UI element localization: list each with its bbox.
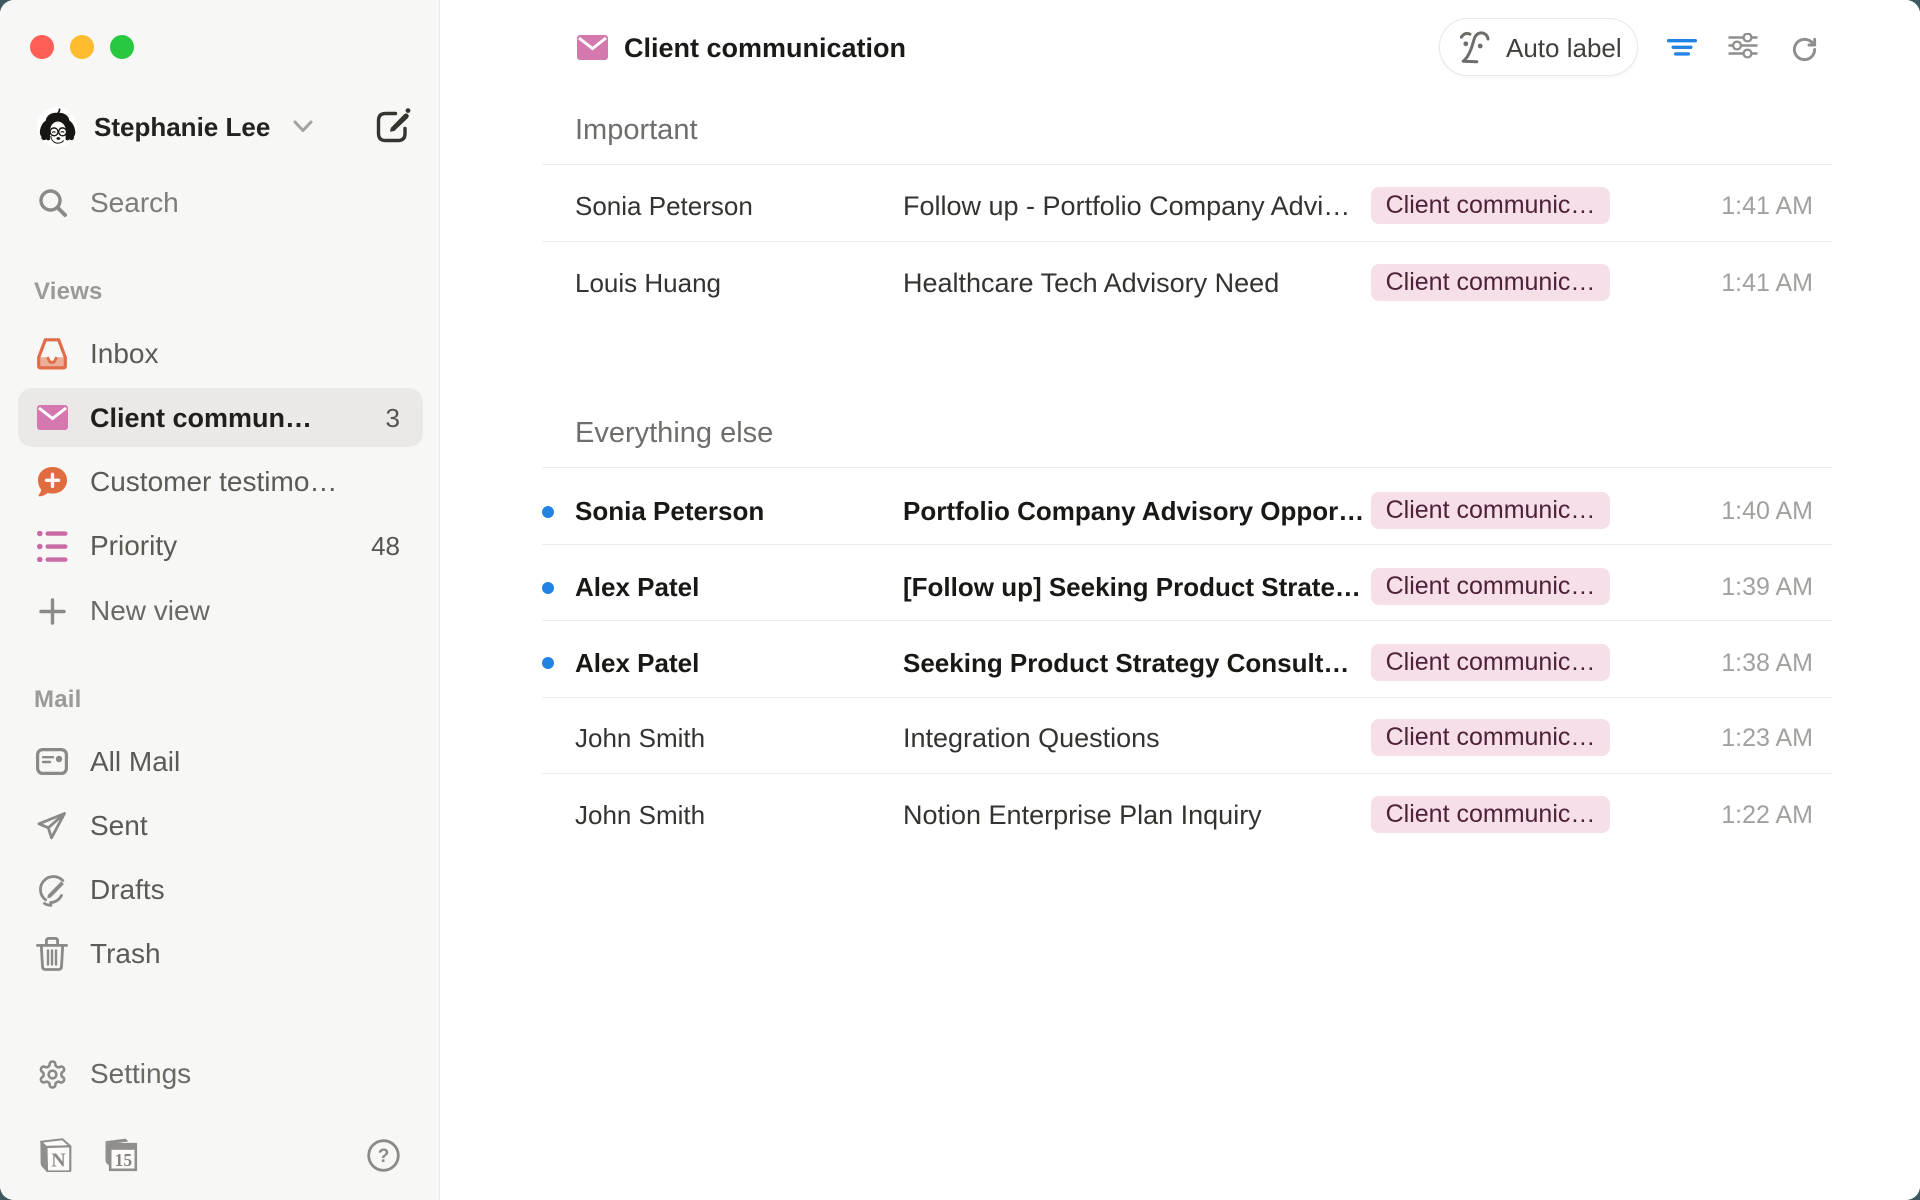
- svg-text:?: ?: [378, 1146, 390, 1167]
- svg-text:15: 15: [115, 1150, 133, 1170]
- svg-text:N: N: [51, 1150, 66, 1172]
